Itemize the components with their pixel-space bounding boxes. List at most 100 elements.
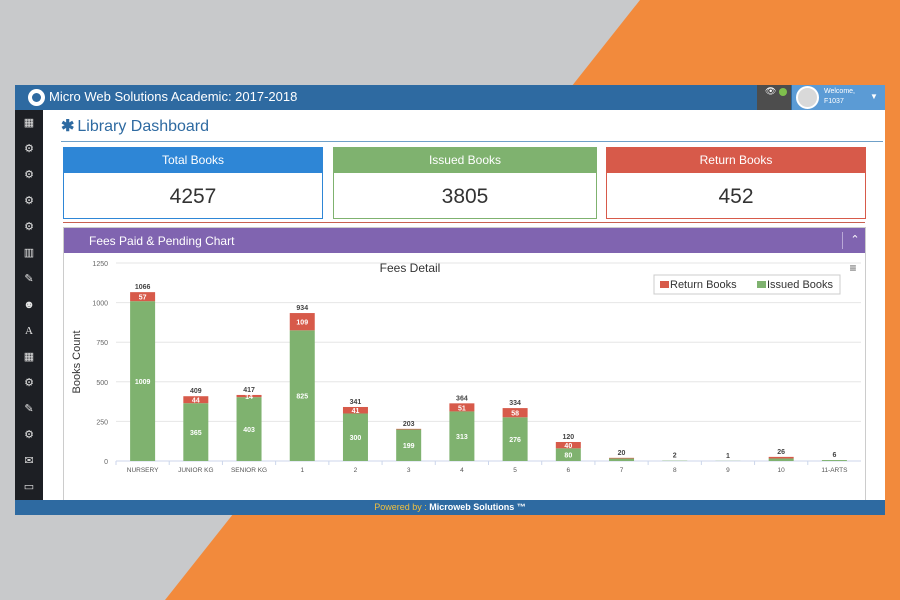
y-tick-label: 1250 (92, 261, 108, 268)
data-label-total: 6 (832, 452, 836, 459)
font-icon[interactable]: A (15, 318, 43, 344)
table-icon[interactable]: ▦ (15, 344, 43, 370)
sidebar: ▦ ⚙ ⚙ ⚙ ⚙ ▥ ✎ ☻ A ▦ ⚙ ✎ ⚙ ✉ ▭ (15, 110, 43, 515)
bar-issued-books (609, 458, 635, 461)
powered-by-text: Powered by : (374, 502, 427, 512)
data-label-total: 2 (673, 453, 677, 460)
legend-swatch-return (660, 281, 669, 288)
data-label-total: 20 (618, 450, 626, 457)
data-label-issued: 825 (296, 394, 308, 401)
online-status-dot (779, 88, 787, 96)
bar-return-books (396, 428, 422, 430)
data-label-return: 41 (352, 408, 360, 415)
x-tick-label: 2 (354, 467, 358, 474)
return-books-label: Return Books (607, 148, 865, 173)
data-label-return: 14 (245, 394, 253, 401)
users-icon[interactable]: ☻ (15, 292, 43, 318)
x-tick-label: 4 (460, 467, 464, 474)
gears-icon[interactable]: ⚙ (15, 370, 43, 396)
x-tick-label: 11-ARTS (821, 467, 848, 474)
edit-icon[interactable]: ✎ (15, 266, 43, 292)
gears-icon[interactable]: ⚙ (15, 136, 43, 162)
asterisk-icon: ✱ (61, 118, 75, 135)
x-tick-label: 9 (726, 467, 730, 474)
data-label-return: 57 (139, 295, 147, 302)
gears-icon[interactable]: ⚙ (15, 162, 43, 188)
bar-issued-books (768, 458, 794, 461)
issued-books-value: 3805 (441, 185, 489, 208)
chart-panel: Fees Paid & Pending Chart ⌃ Fees Detail ≡… (63, 227, 866, 515)
data-label-issued: 313 (456, 434, 468, 441)
panel-divider (63, 222, 865, 223)
data-label-issued: 1009 (135, 379, 151, 386)
welcome-text: Welcome, F1037 (824, 87, 855, 107)
chart-area: Fees Detail ≡ 0 250 500 750 1000 1250 Books Coun… (64, 253, 865, 515)
footer: Powered by : Microweb Solutions ™ (15, 500, 885, 515)
gears-icon[interactable]: ⚙ (15, 214, 43, 240)
top-bar: Micro Web Solutions Academic: 2017-2018 … (15, 85, 885, 110)
page-title: ✱ Library Dashboard (61, 116, 209, 136)
bar-return-books (609, 457, 635, 459)
gears-icon[interactable]: ⚙ (15, 188, 43, 214)
data-label-issued: 276 (509, 437, 521, 444)
total-books-card[interactable]: Total Books 4257 (63, 147, 323, 219)
x-tick-label: 8 (673, 467, 677, 474)
data-label-total: 934 (296, 305, 308, 312)
total-books-label: Total Books (64, 148, 322, 173)
y-tick-label: 250 (96, 419, 108, 426)
page-title-text: Library Dashboard (77, 118, 210, 135)
x-tick-label: 5 (513, 467, 517, 474)
issued-books-card[interactable]: Issued Books 3805 (333, 147, 597, 219)
total-books-value: 4257 (169, 185, 217, 208)
data-label-issued: 80 (564, 453, 572, 460)
data-label-issued: 403 (243, 427, 255, 434)
data-label-total: 364 (456, 395, 468, 402)
data-label-total: 341 (350, 399, 362, 406)
table-icon[interactable]: ▦ (15, 110, 43, 136)
data-label-total: 1 (726, 453, 730, 460)
return-books-value: 452 (718, 185, 754, 208)
data-label-total: 409 (190, 388, 202, 395)
avatar[interactable] (796, 86, 819, 109)
x-tick-label: JUNIOR KG (178, 467, 213, 474)
x-tick-label: NURSERY (127, 467, 159, 474)
data-label-total: 203 (403, 421, 415, 428)
data-label-total: 26 (777, 449, 785, 456)
envelope-icon[interactable]: ✉ (15, 448, 43, 474)
fees-detail-chart: Fees Detail ≡025050075010001250Books Coun… (71, 261, 861, 474)
y-tick-label: 0 (104, 459, 108, 466)
data-label-issued: 199 (403, 443, 415, 450)
return-books-card[interactable]: Return Books 452 (606, 147, 866, 219)
edit-icon[interactable]: ✎ (15, 396, 43, 422)
x-tick-label: 3 (407, 467, 411, 474)
eye-icon[interactable]: 👁 (765, 86, 776, 97)
legend-swatch-issued (757, 281, 766, 288)
main-content: ✱ Library Dashboard Total Books 4257 Issu… (43, 110, 885, 515)
x-tick-label: 10 (778, 467, 786, 474)
user-menu[interactable]: Welcome, F1037 ▼ (792, 85, 885, 110)
data-label-total: 1066 (135, 284, 151, 291)
bar-return-books (768, 456, 794, 459)
welcome-label: Welcome, (824, 88, 855, 95)
chevron-up-icon[interactable]: ⌃ (847, 231, 863, 249)
app-window: Micro Web Solutions Academic: 2017-2018 … (15, 85, 885, 515)
issued-books-label: Issued Books (334, 148, 596, 173)
data-label-return: 58 (511, 411, 519, 418)
footer-brand: Microweb Solutions ™ (429, 502, 526, 512)
data-label-issued: 300 (350, 435, 362, 442)
data-label-total: 120 (562, 434, 574, 441)
y-tick-label: 1000 (92, 301, 108, 308)
panel-header: Fees Paid & Pending Chart ⌃ (64, 228, 865, 253)
x-tick-label: SENIOR KG (231, 467, 267, 474)
app-title: Micro Web Solutions Academic: 2017-2018 (49, 89, 298, 104)
calendar-icon[interactable]: ▥ (15, 240, 43, 266)
user-id: F1037 (824, 98, 844, 105)
data-label-total: 417 (243, 387, 255, 394)
logo-icon (28, 89, 45, 106)
gears-icon[interactable]: ⚙ (15, 422, 43, 448)
caret-down-icon[interactable]: ▼ (870, 92, 878, 101)
y-tick-label: 500 (96, 380, 108, 387)
card-icon[interactable]: ▭ (15, 474, 43, 500)
data-label-return: 40 (564, 443, 572, 450)
notification-area[interactable]: 👁 (757, 85, 791, 110)
